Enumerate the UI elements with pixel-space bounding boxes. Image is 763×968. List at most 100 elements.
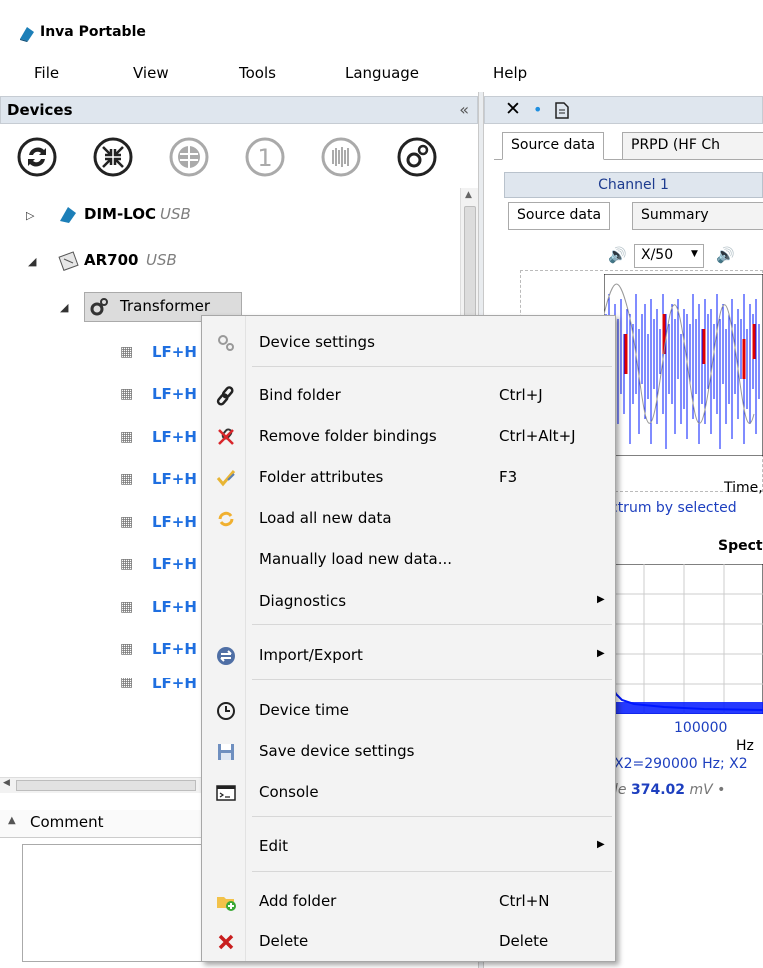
menu-item-folder-attributes[interactable]: Folder attributes F3 (202, 458, 615, 496)
menu-separator (252, 871, 612, 872)
tab-source-data[interactable]: Source data (502, 132, 605, 160)
devices-toolbar: 1 (16, 136, 456, 180)
speaker-icon[interactable]: 🔊 (608, 246, 627, 264)
amplitude-readout: le 374.02 mV • (614, 782, 763, 798)
dot-icon: • (533, 100, 543, 119)
speaker-icon[interactable]: 🔊 (716, 246, 735, 264)
tree-leaf-label: LF+H (152, 343, 197, 361)
submenu-arrow-icon: ▶ (597, 839, 605, 850)
menu-help[interactable]: Help (493, 64, 527, 82)
menu-item-label: Manually load new data... (259, 550, 453, 568)
menu-item-label: Delete (259, 932, 309, 950)
menu-item-shortcut: Ctrl+Alt+J (499, 427, 576, 445)
title-bar: Inva Portable (0, 0, 763, 56)
x-axis-label: Time, (724, 480, 763, 496)
unlink-icon (218, 428, 234, 445)
settings-gears-icon[interactable] (396, 136, 438, 178)
chevron-down-icon: ▼ (691, 249, 698, 259)
collapse-arrow-icon[interactable]: ◢ (60, 301, 68, 314)
menu-view[interactable]: View (133, 64, 169, 82)
menu-item-label: Add folder (259, 892, 337, 910)
console-icon (216, 785, 236, 801)
import-export-icon (217, 647, 235, 665)
file-icon: ▦ (120, 514, 134, 530)
spectrum-plot[interactable] (604, 564, 763, 714)
close-icon[interactable]: ✕ (505, 98, 521, 120)
one-icon[interactable]: 1 (244, 136, 286, 178)
menu-item-device-settings[interactable]: Device settings (202, 323, 615, 361)
menu-item-delete[interactable]: Delete Delete (202, 922, 615, 960)
waveform-plot[interactable] (604, 274, 763, 456)
menu-item-load-all-new-data[interactable]: Load all new data (202, 499, 615, 537)
expand-arrow-icon[interactable]: ▷ (26, 209, 34, 222)
menu-item-label: Folder attributes (259, 468, 384, 486)
svg-text:1: 1 (257, 144, 272, 172)
tree-leaf-label: LF+H (152, 555, 197, 573)
menu-item-shortcut: F3 (499, 468, 518, 486)
gears-icon (218, 335, 234, 351)
spectrum-title: Spectr (718, 538, 763, 554)
context-menu: Device settings Bind folder Ctrl+J Remov… (201, 315, 616, 962)
menu-item-label: Bind folder (259, 386, 341, 404)
menu-separator (252, 679, 612, 680)
delete-x-icon (218, 934, 234, 950)
device-icon (58, 251, 79, 271)
collapse-arrow-icon[interactable]: ◢ (28, 255, 36, 268)
scroll-left-icon[interactable]: ◀ (3, 778, 10, 788)
tree-leaf-label: LF+H (152, 678, 197, 688)
document-icon[interactable] (555, 102, 569, 119)
collapse-all-icon[interactable] (92, 136, 134, 178)
menu-separator (252, 366, 612, 367)
menu-item-console[interactable]: Console (202, 773, 615, 811)
subtab-source-data[interactable]: Source data (508, 202, 611, 230)
menu-separator (252, 624, 612, 625)
menu-item-import-export[interactable]: Import/Export ▶ (202, 636, 615, 674)
file-icon: ▦ (120, 641, 134, 657)
refresh-icon[interactable] (16, 136, 58, 178)
tree-node-label: Transformer (120, 297, 211, 315)
tree-node-label: AR700 (84, 251, 139, 269)
menu-file[interactable]: File (34, 64, 59, 82)
tab-prpd[interactable]: PRPD (HF Ch (622, 132, 763, 160)
amplitude-value: 374.02 (630, 782, 685, 798)
add-folder-icon (217, 897, 236, 911)
devices-title: Devices (7, 101, 73, 119)
scroll-up-icon[interactable]: ▲ (465, 190, 472, 200)
network-icon[interactable] (168, 136, 210, 178)
expand-up-icon[interactable]: ▲ (8, 815, 16, 826)
submenu-arrow-icon: ▶ (597, 648, 605, 659)
connection-type: USB (146, 251, 177, 269)
menu-item-device-time[interactable]: Device time (202, 691, 615, 729)
zoom-select[interactable]: X/50 ▼ (634, 244, 704, 268)
menu-item-bind-folder[interactable]: Bind folder Ctrl+J (202, 376, 615, 414)
tree-node-label: DIM-LOC (84, 205, 156, 223)
menu-item-edit[interactable]: Edit ▶ (202, 827, 615, 865)
channel-subtabs: Source data Summary (504, 202, 763, 230)
scrollbar-thumb[interactable] (16, 780, 196, 791)
collapse-panel-icon[interactable]: « (459, 100, 469, 119)
amplitude-unit: mV • (689, 782, 726, 798)
menu-item-add-folder[interactable]: Add folder Ctrl+N (202, 882, 615, 920)
menu-item-remove-folder-bindings[interactable]: Remove folder bindings Ctrl+Alt+J (202, 417, 615, 455)
devices-panel-header: Devices « (0, 96, 478, 124)
channel-header: Channel 1 (504, 172, 763, 198)
tree-leaf-label: LF+H (152, 640, 197, 658)
tree-leaf-label: LF+H (152, 470, 197, 488)
subtab-summary[interactable]: Summary (632, 202, 763, 230)
tree-node-ar700[interactable]: ◢ AR700 USB (26, 250, 326, 276)
spectrum-link[interactable]: ctrum by selected (610, 500, 737, 516)
menu-tools[interactable]: Tools (239, 64, 276, 82)
tree-node-dimloc[interactable]: ▷ DIM-LOC USB (26, 204, 326, 230)
tree-leaf-label: LF+H (152, 513, 197, 531)
marker-readout: X2=290000 Hz; X2 (614, 756, 748, 772)
menu-item-label: Remove folder bindings (259, 427, 437, 445)
menu-item-shortcut: Ctrl+J (499, 386, 543, 404)
signal-icon[interactable] (320, 136, 362, 178)
menu-item-label: Diagnostics (259, 592, 347, 610)
menu-language[interactable]: Language (345, 64, 419, 82)
menu-item-manually-load-new-data[interactable]: Manually load new data... (202, 540, 615, 578)
zoom-select-value: X/50 (641, 247, 674, 263)
menu-item-label: Load all new data (259, 509, 392, 527)
menu-item-diagnostics[interactable]: Diagnostics ▶ (202, 582, 615, 620)
menu-item-save-device-settings[interactable]: Save device settings (202, 732, 615, 770)
